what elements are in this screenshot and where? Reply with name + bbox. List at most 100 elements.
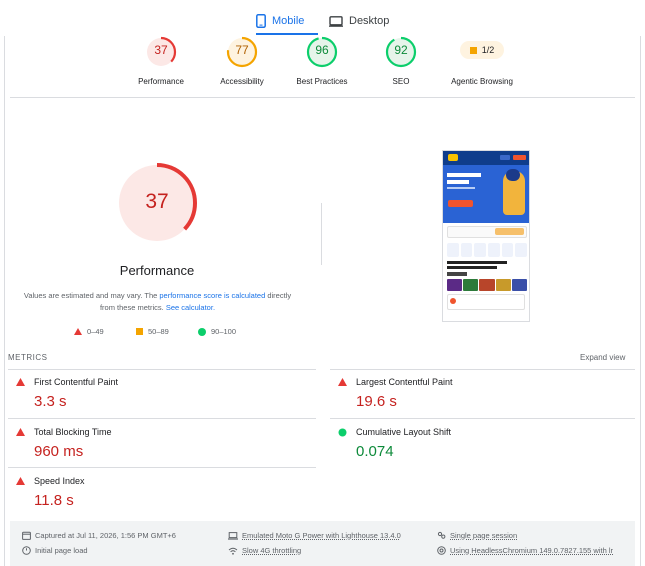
chrome-icon [437, 546, 446, 555]
legend-label: 50–89 [148, 327, 169, 336]
mobile-phone-icon [256, 14, 266, 28]
tab-desktop[interactable]: Desktop [329, 8, 391, 34]
gauge-score: 92 [394, 43, 408, 57]
gauge-performance[interactable]: 37 Performance [116, 36, 206, 86]
thumb-icon [474, 243, 487, 257]
metric-value: 19.6 s [356, 393, 397, 410]
agentic-badge: 1/2 [460, 41, 504, 59]
thumb-notice-icon [450, 298, 456, 304]
thumb-section-label [447, 272, 467, 276]
thumb-banner [443, 165, 529, 223]
metric-largest-contentful-paint: Largest Contentful Paint 19.6 s [330, 370, 630, 418]
score-disclaimer: Values are estimated and may vary. The p… [20, 290, 295, 314]
metric-divider [8, 467, 316, 468]
metric-value: 0.074 [356, 443, 394, 460]
info-initial-load: Initial page load [22, 546, 88, 555]
info-throttle-text: Slow 4G throttling [242, 546, 302, 555]
tab-mobile[interactable]: Mobile [256, 8, 318, 34]
pass-circle-icon [198, 327, 206, 336]
category-gauges: 37 Performance 77 Accessibility 96 Best … [0, 36, 645, 96]
gauge-accessibility[interactable]: 77 Accessibility [197, 36, 287, 86]
score-calculated-link[interactable]: performance score is calculated [159, 291, 265, 300]
see-calculator-link[interactable]: See calculator. [166, 303, 215, 312]
legend-fail: 0–49 [74, 327, 104, 336]
gauge-seo[interactable]: 92 SEO [356, 36, 446, 86]
average-square-icon [469, 46, 477, 54]
metric-name: Cumulative Layout Shift [356, 427, 452, 437]
performance-title: Performance [119, 263, 195, 278]
metric-divider [330, 418, 635, 419]
vertical-divider [321, 203, 322, 265]
thumb-logo [448, 154, 458, 161]
expand-view-button[interactable]: Expand view [580, 353, 625, 362]
gauge-score: 37 [154, 43, 168, 57]
thumb-banner-line [447, 173, 481, 177]
gauge-label: Accessibility [220, 77, 264, 86]
info-session[interactable]: Single page session [437, 531, 517, 540]
report-frame-right [640, 36, 641, 566]
info-captured: Captured at Jul 11, 2026, 1:56 PM GMT+6 [22, 531, 176, 540]
fail-triangle-icon [338, 378, 347, 386]
info-throttling[interactable]: Slow 4G throttling [228, 546, 301, 555]
metric-name: Largest Contentful Paint [356, 377, 453, 387]
metric-value: 3.3 s [34, 393, 67, 410]
info-browser[interactable]: Using HeadlessChromium 149.0.7827.155 wi… [437, 546, 613, 555]
device-tabs: Mobile Desktop [0, 0, 645, 36]
gauge-score: 96 [315, 43, 329, 57]
metric-total-blocking-time: Total Blocking Time 960 ms [8, 420, 308, 468]
gauge-score: 1/2 [481, 45, 495, 55]
thumb-icon-row [447, 243, 528, 257]
thumb-game [479, 279, 495, 291]
thumb-game [447, 279, 463, 291]
thumb-cta [448, 200, 473, 207]
gauge-agentic-browsing[interactable]: 1/2 Agentic Browsing [437, 36, 527, 86]
calendar-icon [22, 531, 31, 540]
metric-cumulative-layout-shift: Cumulative Layout Shift 0.074 [330, 420, 630, 468]
metric-name: Total Blocking Time [34, 427, 112, 437]
gauge-label: SEO [392, 77, 410, 86]
thumb-icon [501, 243, 514, 257]
metric-first-contentful-paint: First Contentful Paint 3.3 s [8, 370, 308, 418]
legend-label: 90–100 [211, 327, 237, 336]
timer-icon [22, 546, 31, 555]
runtime-settings-bar: Captured at Jul 11, 2026, 1:56 PM GMT+6 … [10, 521, 635, 566]
signal-wifi-icon [228, 547, 238, 555]
metrics-heading: METRICS [8, 353, 48, 362]
active-tab-indicator [256, 33, 318, 35]
legend-average: 50–89 [136, 327, 169, 336]
score-legend: 0–49 50–89 90–100 [74, 327, 254, 339]
thumb-search-button [495, 228, 524, 235]
thumb-icon [460, 243, 473, 257]
thumb-button [513, 155, 526, 160]
thumb-button [500, 155, 510, 160]
thumb-game [495, 279, 511, 291]
performance-score-large: 37 [145, 190, 169, 213]
report-frame-left [4, 36, 5, 566]
user-group-icon [437, 531, 446, 539]
metric-value: 11.8 s [34, 492, 74, 509]
info-captured-text: Captured at Jul 11, 2026, 1:56 PM GMT+6 [35, 531, 176, 540]
fail-triangle-icon [16, 378, 25, 386]
info-session-text: Single page session [450, 531, 518, 540]
gauge-label: Performance [138, 77, 184, 86]
pass-circle-icon [338, 428, 347, 437]
thumb-icon [515, 243, 528, 257]
thumb-title-line [447, 266, 497, 269]
metric-name: Speed Index [34, 476, 85, 486]
final-screenshot-thumbnail[interactable] [442, 150, 530, 322]
thumb-banner-line [447, 187, 475, 189]
thumb-icon [488, 243, 500, 257]
fail-triangle-icon [16, 477, 25, 485]
desktop-monitor-icon [329, 15, 343, 27]
metric-speed-index: Speed Index 11.8 s [8, 469, 308, 517]
gauge-label: Best Practices [296, 77, 348, 86]
thumb-title-line [447, 261, 507, 264]
legend-pass: 90–100 [198, 327, 236, 336]
thumb-games [447, 279, 528, 291]
tab-desktop-label: Desktop [349, 15, 390, 27]
thumb-game [463, 279, 479, 291]
info-initial-text: Initial page load [35, 546, 88, 555]
laptop-icon [228, 531, 238, 540]
info-device[interactable]: Emulated Moto G Power with Lighthouse 13… [228, 531, 401, 540]
gauge-best-practices[interactable]: 96 Best Practices [277, 36, 367, 86]
